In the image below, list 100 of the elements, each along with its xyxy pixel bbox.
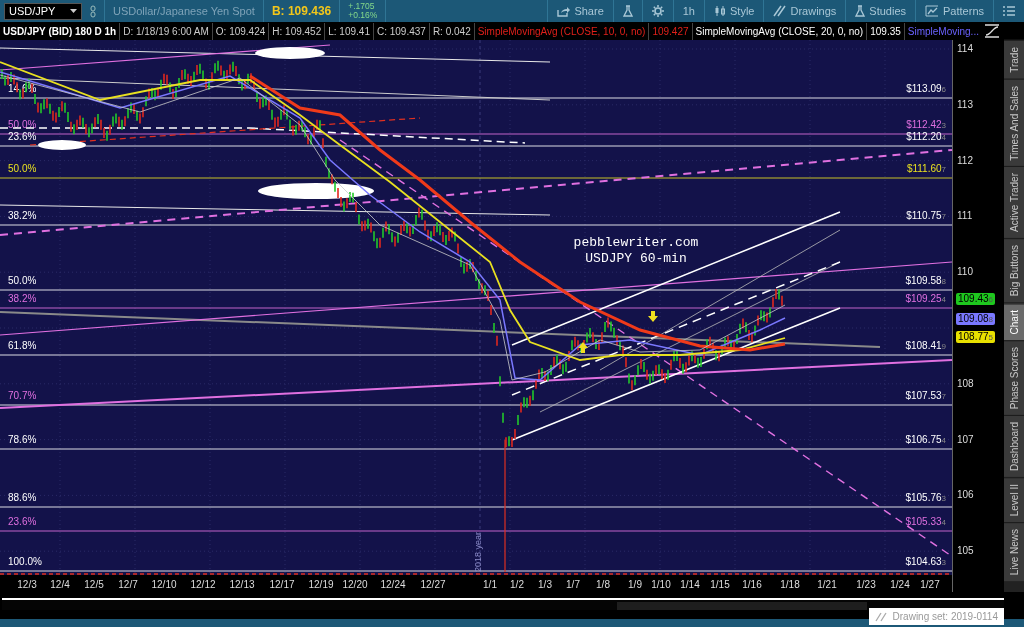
date-tick: 12/24 [380,578,406,592]
level-percent: 50.0% [8,119,37,130]
chart-style-icon[interactable] [984,24,1000,38]
level-price: $109.254 [905,293,946,304]
date-tick: 1/7 [566,578,580,592]
flask-icon [622,5,633,17]
hatch-icon [874,611,887,622]
level-price: $105.763 [905,492,946,503]
side-tab[interactable]: Chart [1004,302,1024,340]
date-tick: 1/10 [651,578,671,592]
price-tick: 112 [957,154,973,167]
price-tag: 109.436 [956,293,996,305]
price-tick: 107 [957,433,974,446]
date-tick: 1/3 [538,578,552,592]
side-tab[interactable]: Active Trader [1004,166,1024,239]
price-tick: 105 [957,545,974,558]
price-tick: 113 [957,98,973,111]
info-text: H: 109.452 [271,24,323,39]
date-tick: 12/19 [308,578,334,592]
date-tick: 1/16 [742,578,762,592]
level-price: $109.588 [905,275,946,286]
up-arrow-icon [578,342,588,353]
info-text: SimpleMoving... [906,24,980,39]
date-tick: 1/8 [596,578,610,592]
flask-icon [855,5,866,17]
caret-icon [70,9,77,13]
level-percent: 38.2% [8,293,37,304]
date-tick: 12/20 [342,578,368,592]
side-tab[interactable]: Level II [1004,477,1024,523]
symbol-dropdown[interactable]: USD/JPY [4,2,82,20]
lines-icon [773,5,787,17]
level-price: $113.096 [906,83,946,94]
price-tick: 110 [957,266,973,279]
level-percent: 61.8% [8,340,37,351]
date-tick: 1/15 [710,578,730,592]
level-percent: 88.6% [8,492,37,503]
date-tick: 12/10 [151,578,177,592]
level-price: $104.633 [905,556,946,567]
settings-icon [651,5,664,17]
info-text: O: 109.424 [214,24,267,39]
price-tag: 109.088 [956,313,996,325]
date-tick: 12/7 [118,578,138,592]
side-tab[interactable]: Dashboard [1004,415,1024,478]
side-tab[interactable]: Phase Scores [1004,339,1024,416]
date-tick: 1/1 [483,578,497,592]
level-price: $105.334 [905,516,946,527]
info-text: C: 109.437 [375,24,427,39]
info-text: SimpleMovingAvg (CLOSE, 10, 0, no) [476,24,647,39]
level-percent: 50.0% [8,275,37,286]
bid-price: B: 109.436 [270,3,333,20]
info-text: 109.35 [869,24,902,39]
price-tick: 108 [957,377,974,390]
ellipse-marker [38,140,86,150]
level-percent: 50.0% [8,163,37,174]
chart-annotation: USDJPY 60-min [585,251,687,266]
date-tick: 1/18 [780,578,800,592]
price-tag: 108.775 [956,331,996,343]
level-percent: 38.2% [8,210,37,221]
level-price: $110.757 [906,210,946,221]
percent-change: +0.16% [348,11,378,20]
date-tick: 1/14 [680,578,700,592]
level-percent: 78.6% [8,434,37,445]
info-text: 109.427 [651,24,690,39]
level-price: $111.607 [906,163,946,174]
date-tick: 1/24 [890,578,910,592]
info-text: D: 1/18/19 6:00 AM [122,24,210,39]
info-text: SimpleMovingAvg (CLOSE, 20, 0, no) [694,24,865,39]
date-tick: 12/27 [420,578,446,592]
price-change: +.1705 [348,2,376,11]
date-tick: 1/23 [856,578,876,592]
level-percent: 70.7% [8,390,37,401]
side-tab[interactable]: Times And Sales [1004,78,1024,167]
date-tick: 12/13 [229,578,255,592]
menu-icon [1003,6,1015,16]
price-tick: 106 [957,489,974,502]
info-text: R: 0.042 [431,24,472,39]
level-price: $112.204 [906,131,946,142]
date-tick: 1/21 [817,578,837,592]
date-tick: 12/5 [84,578,104,592]
chart-annotation: pebblewriter.com [573,235,699,250]
candle-icon [714,5,726,17]
info-text: USD/JPY (BID) 180 D 1h [2,24,118,39]
scrollbar[interactable] [2,598,1004,610]
level-price: $106.754 [905,434,946,445]
date-tick: 1/27 [920,578,940,592]
level-percent: 23.6% [8,131,37,142]
scrollbar-thumb[interactable] [617,602,867,610]
date-tick: 12/3 [17,578,37,592]
link-icon[interactable] [90,4,96,18]
date-tick: 1/2 [510,578,524,592]
side-tab[interactable]: Live News [1004,522,1024,582]
info-text: L: 109.41 [327,24,371,39]
side-tab[interactable]: Trade [1004,40,1024,79]
pattern-chart-icon [925,5,940,17]
level-price: $112.423 [906,119,946,130]
level-percent: 100.0% [8,556,42,567]
price-tick: 111 [957,210,973,223]
side-tab[interactable]: Big Buttons [1004,238,1024,303]
date-tick: 12/12 [190,578,216,592]
symbol-description: USDollar/Japanese Yen Spot [112,3,256,19]
